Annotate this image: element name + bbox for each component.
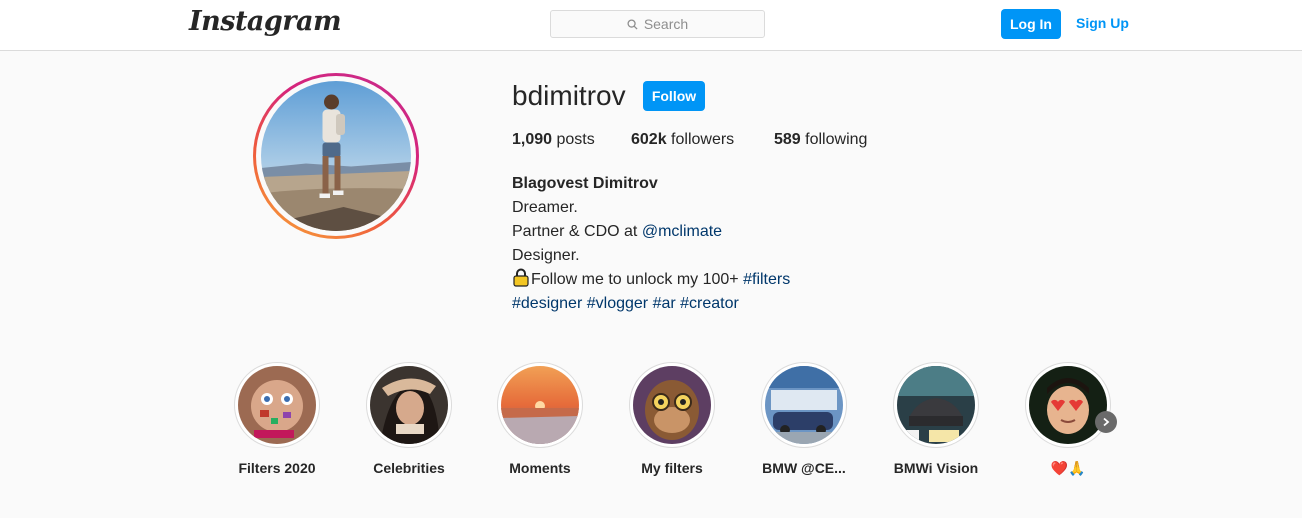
highlight-ring: [893, 362, 979, 448]
highlight-cover: [1029, 366, 1107, 444]
highlight-item[interactable]: My filters: [607, 362, 737, 476]
top-nav-bar: Instagram Search Log In Sign Up: [0, 0, 1302, 51]
highlight-ring: [497, 362, 583, 448]
profile-bio: Blagovest Dimitrov Dreamer. Partner & CD…: [512, 172, 790, 316]
following-count: 589: [774, 131, 801, 148]
highlight-ring: [234, 362, 320, 448]
followers-stat[interactable]: 602k followers: [631, 131, 734, 149]
followers-count: 602k: [631, 131, 667, 148]
login-button[interactable]: Log In: [1001, 9, 1061, 39]
highlight-item[interactable]: Moments: [475, 362, 605, 476]
following-label: following: [805, 131, 868, 148]
highlight-ring: [629, 362, 715, 448]
highlight-label: Celebrities: [373, 460, 445, 476]
bio-line: Dreamer.: [512, 199, 578, 216]
signup-link[interactable]: Sign Up: [1076, 15, 1129, 31]
profile-username: bdimitrov: [512, 80, 626, 111]
posts-stat: 1,090 posts: [512, 131, 595, 149]
profile-avatar: [261, 81, 411, 231]
posts-count: 1,090: [512, 131, 553, 148]
bio-tags-line: #designer #vlogger #ar #creator: [512, 292, 790, 316]
bio-line: Follow me to unlock my 100+ #filters: [512, 268, 790, 292]
highlight-cover: [633, 366, 711, 444]
highlight-label: My filters: [641, 460, 703, 476]
instagram-logo[interactable]: Instagram: [189, 6, 342, 37]
mention-link[interactable]: @mclimate: [642, 223, 722, 240]
lock-icon: [513, 268, 529, 287]
profile-full-name: Blagovest Dimitrov: [512, 175, 658, 192]
highlight-label: Moments: [509, 460, 571, 476]
highlight-ring: [1025, 362, 1111, 448]
hashtag-link[interactable]: #filters: [743, 271, 790, 288]
search-icon: [627, 18, 638, 30]
highlight-cover: [897, 366, 975, 444]
bio-text: Follow me to unlock my 100+: [531, 271, 744, 288]
highlight-label: BMW @CE...: [762, 460, 846, 476]
posts-label: posts: [556, 131, 595, 148]
hashtag-link[interactable]: #ar: [653, 295, 676, 312]
highlight-ring: [761, 362, 847, 448]
profile-avatar-story-ring[interactable]: [253, 73, 419, 239]
highlight-cover: [765, 366, 843, 444]
avatar-ring-gap: [256, 76, 416, 236]
search-placeholder: Search: [643, 16, 689, 32]
highlight-item[interactable]: BMWi Vision: [871, 362, 1001, 476]
hashtag-link[interactable]: #designer: [512, 295, 582, 312]
highlight-ring: [366, 362, 452, 448]
chevron-right-icon: [1103, 417, 1110, 427]
following-stat[interactable]: 589 following: [774, 131, 867, 149]
highlight-item[interactable]: Filters 2020: [212, 362, 342, 476]
highlight-item[interactable]: Celebrities: [344, 362, 474, 476]
highlights-next-button[interactable]: [1095, 411, 1117, 433]
bio-line: Partner & CDO at @mclimate: [512, 220, 790, 244]
search-input[interactable]: Search: [550, 10, 765, 38]
highlight-cover: [370, 366, 448, 444]
highlight-cover: [501, 366, 579, 444]
highlight-item[interactable]: BMW @CE...: [739, 362, 869, 476]
bio-line: Designer.: [512, 247, 580, 264]
highlight-label: ❤️🙏: [1050, 460, 1086, 476]
hashtag-link[interactable]: #creator: [680, 295, 739, 312]
hashtag-link[interactable]: #vlogger: [587, 295, 648, 312]
follow-button[interactable]: Follow: [643, 81, 705, 111]
highlight-label: Filters 2020: [238, 460, 316, 476]
highlight-cover: [238, 366, 316, 444]
bio-text: Partner & CDO at: [512, 223, 642, 240]
highlight-label: BMWi Vision: [893, 460, 979, 476]
followers-label: followers: [671, 131, 735, 148]
